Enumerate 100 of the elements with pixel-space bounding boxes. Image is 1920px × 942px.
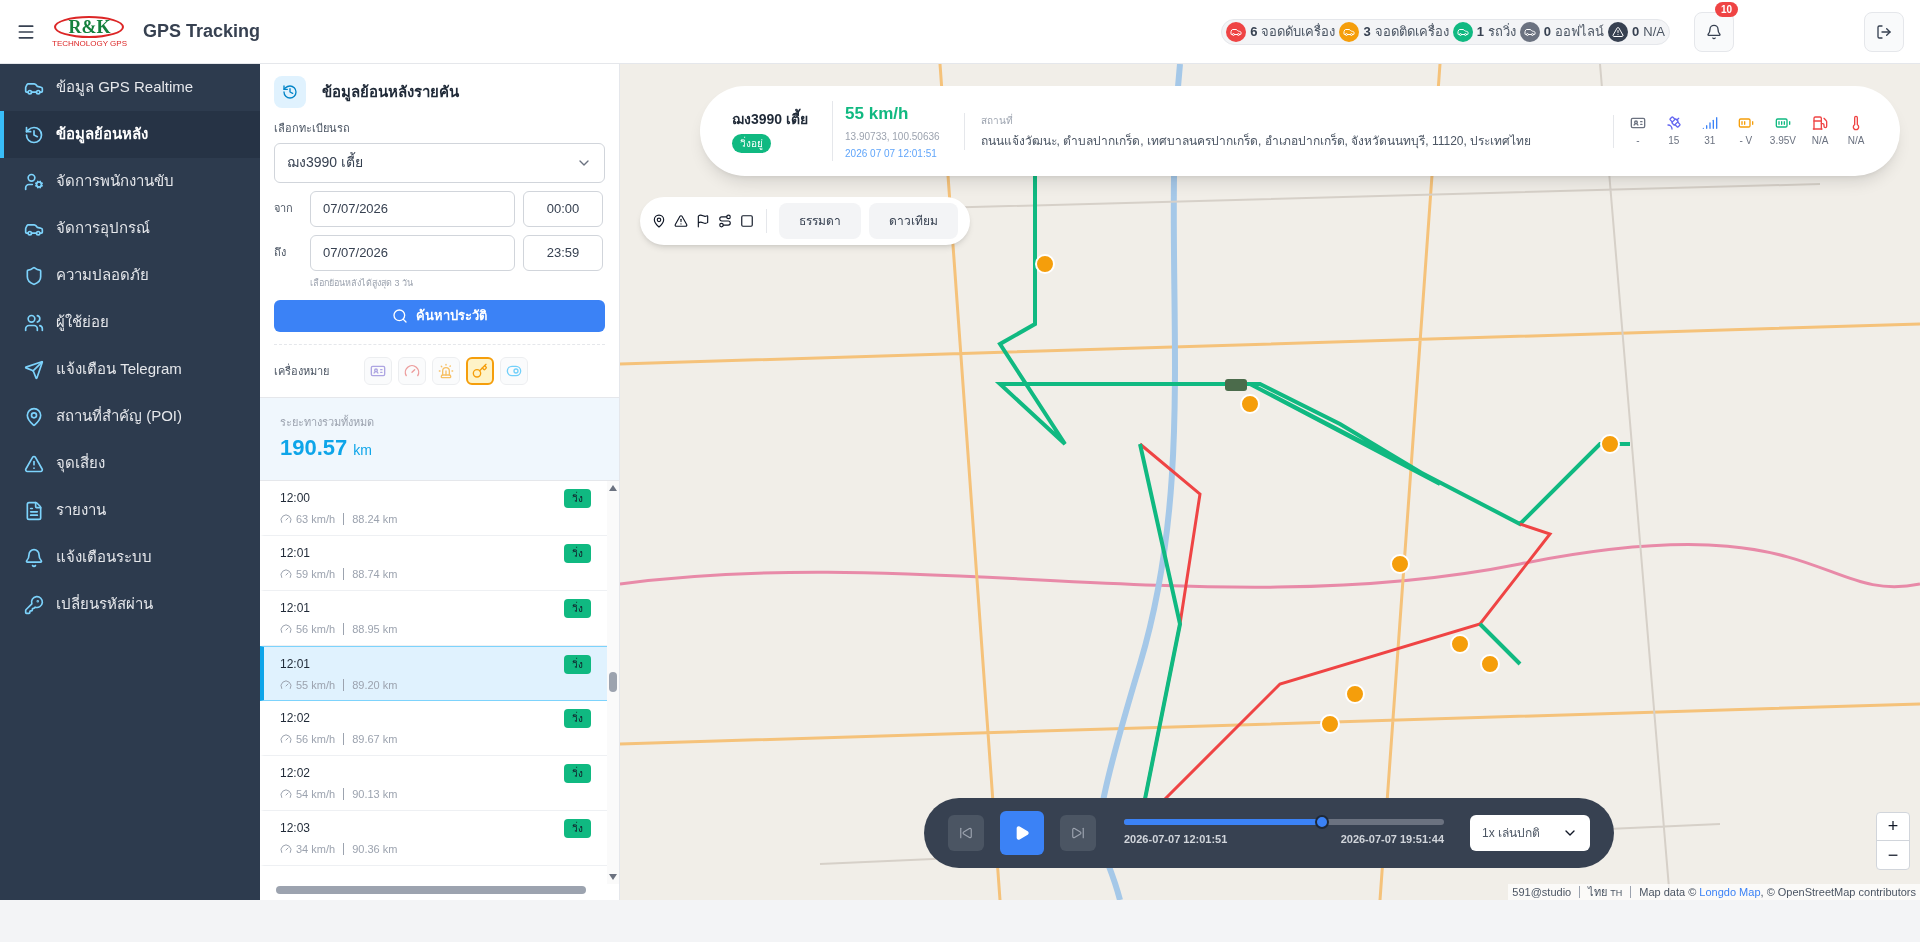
row-speed: 56 km/h bbox=[296, 621, 336, 637]
date-field[interactable]: 07/07/2026 bbox=[310, 234, 515, 271]
status-label: N/A bbox=[1643, 22, 1665, 41]
key-icon bbox=[472, 363, 488, 379]
toggle-icon bbox=[506, 363, 522, 379]
previous-button[interactable] bbox=[948, 815, 984, 851]
gauge-marker-toggle[interactable] bbox=[398, 357, 426, 385]
key-marker-toggle[interactable] bbox=[466, 357, 494, 385]
warning-icon bbox=[24, 453, 44, 474]
vertical-scrollbar[interactable] bbox=[607, 480, 619, 884]
progress-thumb[interactable] bbox=[1315, 814, 1330, 829]
sidebar-item[interactable]: เปลี่ยนรหัสผ่าน bbox=[0, 581, 260, 628]
speed-icon bbox=[280, 732, 292, 745]
sensor-value: - bbox=[1636, 133, 1640, 148]
logout-button[interactable] bbox=[1864, 11, 1904, 52]
zoom-out-button[interactable]: − bbox=[1877, 841, 1909, 869]
date-field[interactable]: 07/07/2026 bbox=[310, 190, 515, 227]
sidebar-item[interactable]: จัดการพนักงานขับ bbox=[0, 158, 260, 205]
sidebar-item[interactable]: ผู้ใช้ย่อย bbox=[0, 299, 260, 346]
sidebar-item[interactable]: แจ้งเตือน Telegram bbox=[0, 346, 260, 393]
row-speed: 34 km/h bbox=[296, 841, 336, 857]
vehicle-speed: 55 km/h bbox=[845, 103, 910, 126]
speed-icon bbox=[280, 512, 292, 525]
search-history-button[interactable]: ค้นหาประวัติ bbox=[274, 300, 605, 332]
row-speed: 54 km/h bbox=[296, 786, 336, 802]
status-count: 3 bbox=[1363, 22, 1371, 41]
status-badge: วิ่ง bbox=[564, 488, 591, 508]
sidebar-item[interactable]: สถานที่สำคัญ (POI) bbox=[0, 393, 260, 440]
alarm-marker-toggle[interactable] bbox=[432, 357, 460, 385]
range-hint: เลือกย้อนหลังได้สูงสุด 3 วัน bbox=[310, 276, 414, 290]
key-icon bbox=[24, 594, 44, 615]
row-time: 12:01 bbox=[280, 655, 312, 673]
history-row[interactable]: 12:00 63 km/h 88.24 km วิ่ง bbox=[260, 480, 607, 536]
history-row[interactable]: 12:03 34 km/h 90.36 km วิ่ง bbox=[260, 810, 607, 866]
history-icon bbox=[274, 76, 306, 108]
satellite-icon bbox=[1665, 114, 1682, 131]
notification-button[interactable] bbox=[1694, 11, 1734, 52]
row-time: 12:00 bbox=[280, 489, 312, 507]
map-attribution: Map data © Longdo Map, © OpenStreetMap contributors bbox=[1639, 884, 1916, 900]
speed-icon bbox=[280, 842, 292, 855]
sidebar-item[interactable]: จุดเสี่ยง bbox=[0, 440, 260, 487]
person-icon bbox=[24, 171, 44, 192]
map-type-button[interactable]: ธรรมดา bbox=[779, 203, 861, 239]
sensor-value: N/A bbox=[1811, 133, 1829, 148]
play-icon bbox=[1014, 825, 1030, 841]
scrollbar-thumb[interactable] bbox=[609, 672, 617, 693]
status-badge: วิ่ง bbox=[564, 598, 591, 618]
map-tool-icon[interactable] bbox=[674, 214, 688, 228]
vehicle-datetime: 2026 07 07 12:01:51 bbox=[845, 146, 938, 161]
location-label: สถานที่ bbox=[980, 112, 1014, 128]
history-row[interactable]: 12:01 56 km/h 88.95 km วิ่ง bbox=[260, 590, 607, 646]
play-button[interactable] bbox=[1000, 811, 1044, 855]
history-row[interactable]: 12:01 55 km/h 89.20 km วิ่ง bbox=[260, 645, 607, 701]
playback-speed-select[interactable]: 1x เล่นปกติ bbox=[1470, 815, 1590, 851]
row-time: 12:01 bbox=[280, 544, 312, 562]
history-row[interactable]: 12:01 59 km/h 88.74 km วิ่ง bbox=[260, 535, 607, 591]
total-distance-label: ระยะทางรวมทั้งหมด bbox=[280, 414, 375, 430]
row-distance: 88.24 km bbox=[352, 511, 398, 527]
sidebar-item[interactable]: แจ้งเตือนระบบ bbox=[0, 534, 260, 581]
time-field[interactable]: 23:59 bbox=[523, 234, 603, 271]
next-button[interactable] bbox=[1060, 815, 1096, 851]
card-marker-toggle[interactable] bbox=[364, 357, 392, 385]
scroll-up-icon[interactable] bbox=[609, 484, 617, 491]
total-distance-unit: km bbox=[353, 440, 372, 460]
history-row[interactable]: 12:02 54 km/h 90.13 km วิ่ง bbox=[260, 755, 607, 811]
row-time: 12:01 bbox=[280, 599, 312, 617]
total-distance-value: 190.57 bbox=[280, 433, 348, 462]
map-tool-icon[interactable] bbox=[696, 214, 710, 228]
sidebar-item[interactable]: รายงาน bbox=[0, 487, 260, 534]
status-label: จอดติดเครื่อง bbox=[1374, 22, 1449, 41]
scroll-down-icon[interactable] bbox=[609, 874, 617, 880]
history-icon bbox=[24, 124, 44, 145]
map-tool-icon[interactable] bbox=[740, 214, 754, 228]
users-icon bbox=[24, 312, 44, 333]
toggle-marker-toggle[interactable] bbox=[500, 357, 528, 385]
map-provider-link[interactable]: Longdo Map bbox=[1699, 885, 1761, 898]
status-badge: วิ่ง bbox=[564, 818, 591, 838]
history-row[interactable]: 12:02 56 km/h 89.67 km วิ่ง bbox=[260, 700, 607, 756]
notification-badge: 10 bbox=[1714, 1, 1738, 17]
logout-icon bbox=[1876, 23, 1892, 40]
sidebar-item[interactable]: ข้อมูลย้อนหลัง bbox=[0, 111, 260, 158]
status-count: 0 bbox=[1632, 22, 1640, 41]
status-count: 0 bbox=[1543, 22, 1552, 41]
sidebar-item[interactable]: จัดการอุปกรณ์ bbox=[0, 205, 260, 252]
speed-icon bbox=[280, 622, 292, 635]
end-time: 2026-07-07 19:51:44 bbox=[1340, 831, 1444, 847]
send-icon bbox=[24, 359, 44, 380]
vehicle-status-badge: วิ่งอยู่ bbox=[732, 134, 771, 153]
speed-icon bbox=[280, 678, 292, 691]
zoom-in-button[interactable]: + bbox=[1877, 813, 1909, 841]
map-tool-icon[interactable] bbox=[652, 214, 666, 228]
row-time: 12:03 bbox=[280, 819, 312, 837]
vehicle-select[interactable]: ฌง3990 เตี้ย bbox=[274, 142, 605, 183]
time-field[interactable]: 00:00 bbox=[523, 190, 603, 227]
status-label: รถวิ่ง bbox=[1487, 22, 1516, 41]
panel-title: ข้อมูลย้อนหลังรายคัน bbox=[322, 81, 459, 104]
map-type-button[interactable]: ดาวเทียม bbox=[869, 203, 958, 239]
sidebar-item[interactable]: ความปลอดภัย bbox=[0, 252, 260, 299]
map-tool-icon[interactable] bbox=[718, 214, 732, 228]
sidebar-item[interactable]: ข้อมูล GPS Realtime bbox=[0, 64, 260, 111]
